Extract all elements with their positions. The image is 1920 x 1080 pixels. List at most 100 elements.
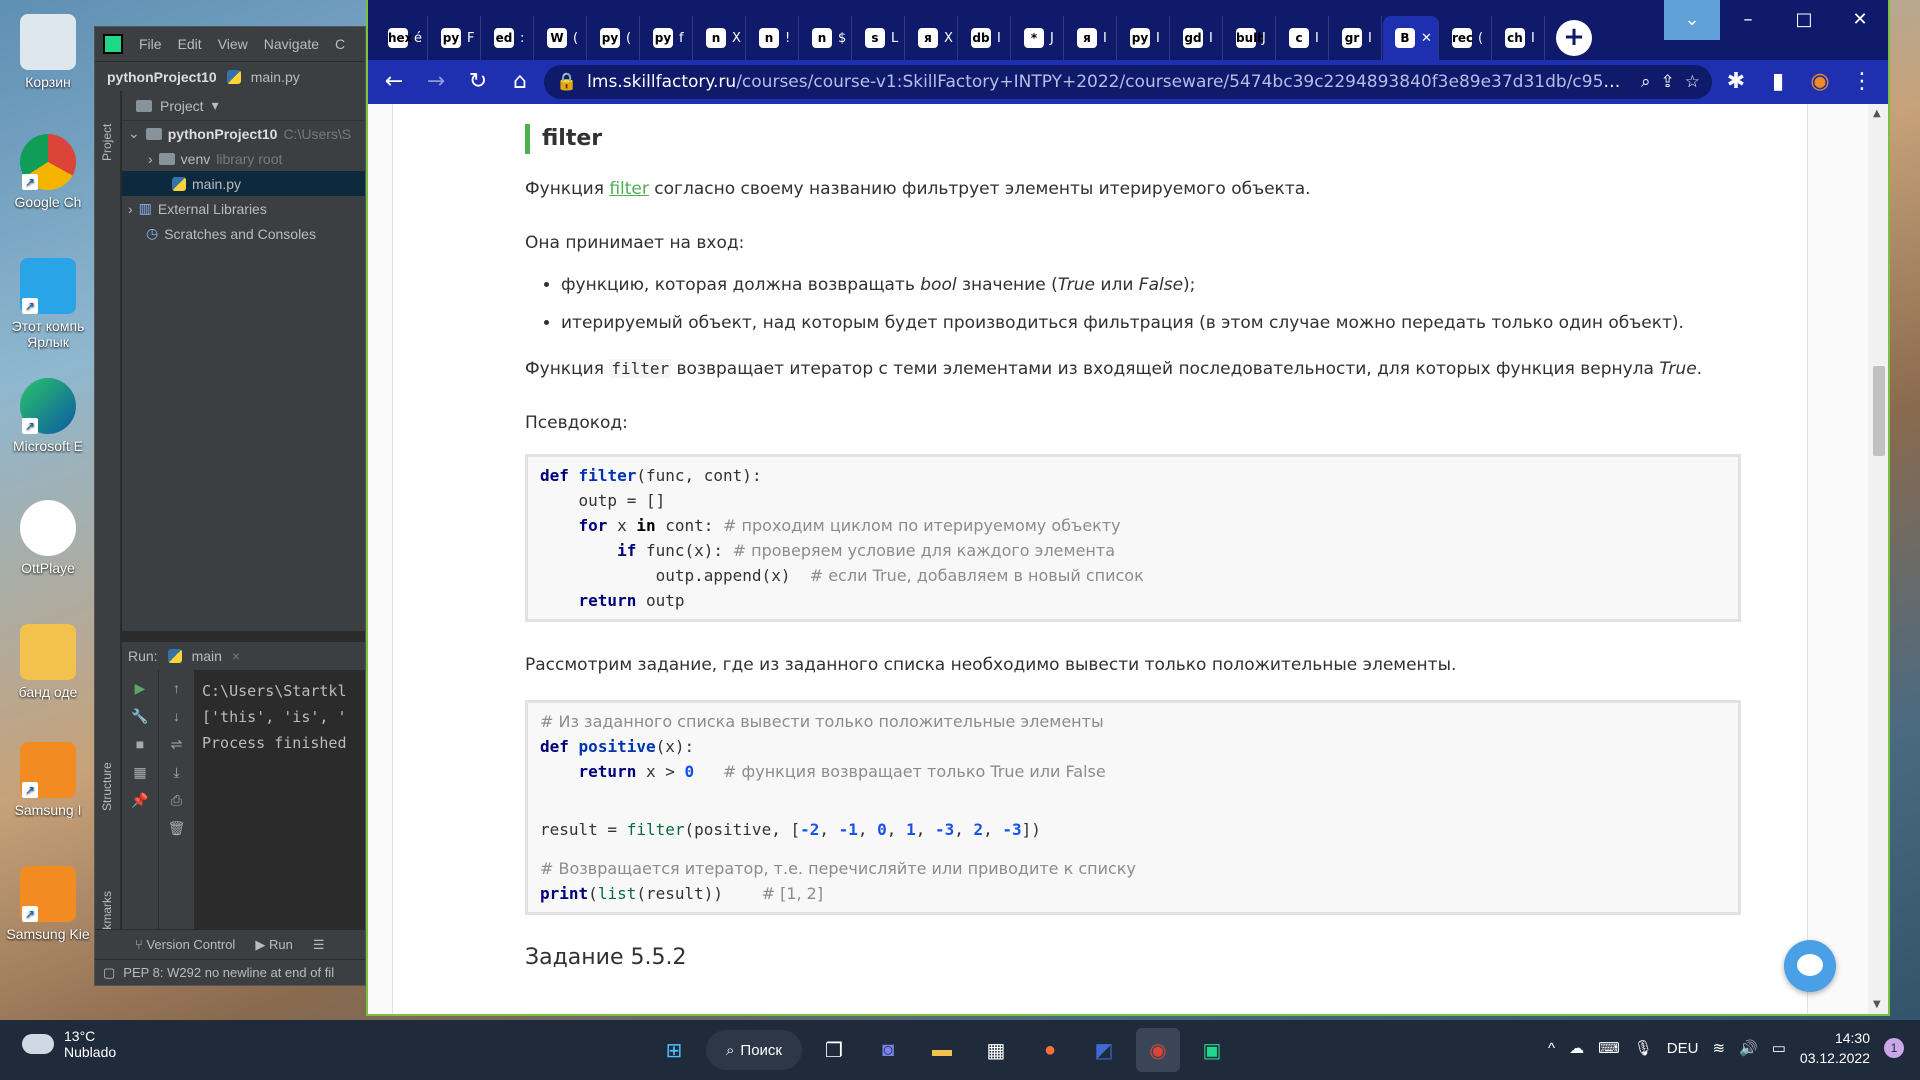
browser-tab[interactable]: n $: [800, 16, 852, 60]
browser-tab[interactable]: bulb J: [1224, 16, 1276, 60]
ottplayer-shortcut[interactable]: OttPlaye: [0, 500, 96, 576]
todo-icon[interactable]: ☰: [313, 937, 325, 953]
app-icon[interactable]: ◩: [1082, 1028, 1126, 1072]
language-indicator[interactable]: DEU: [1667, 1040, 1699, 1057]
structure-side-tab[interactable]: Structure: [100, 762, 114, 811]
profile-avatar[interactable]: ◉: [1802, 64, 1838, 100]
chevron-down-icon[interactable]: ⌄: [128, 125, 140, 142]
wifi-icon[interactable]: ≋: [1712, 1039, 1725, 1057]
menu-view[interactable]: View: [218, 36, 248, 52]
soft-wrap-icon[interactable]: ⇌: [167, 734, 187, 754]
rerun-icon[interactable]: ▶: [130, 678, 150, 698]
taskbar-search[interactable]: ⌕ Поиск: [706, 1030, 802, 1070]
menu-code[interactable]: C: [335, 36, 345, 52]
browser-tab[interactable]: db I: [959, 16, 1011, 60]
filter-doc-link[interactable]: filter: [609, 179, 649, 199]
tree-item-main-py[interactable]: main.py: [122, 171, 365, 196]
example-code-block[interactable]: # Из заданного списка вывести только пол…: [525, 700, 1741, 915]
browser-tab[interactable]: py I: [1118, 16, 1170, 60]
address-bar[interactable]: 🔒 lms.skillfactory.ru/courses/course-v1:…: [544, 65, 1712, 99]
folder-shortcut[interactable]: банд оде: [0, 624, 96, 700]
file-explorer-icon[interactable]: ▬: [920, 1028, 964, 1072]
tree-item-scratches[interactable]: ◷ Scratches and Consoles: [122, 221, 365, 246]
browser-tab[interactable]: gd I: [1171, 16, 1223, 60]
close-icon[interactable]: ×: [232, 648, 240, 664]
console-output[interactable]: C:\Users\Startkl ['this', 'is', ' Process …: [202, 678, 347, 756]
clock[interactable]: 14:30 03.12.2022: [1800, 1028, 1870, 1068]
samsung-kies-shortcut[interactable]: ↗ Samsung Kie: [0, 866, 96, 942]
wrench-icon[interactable]: 🔧: [130, 706, 150, 726]
chrome-shortcut[interactable]: ↗ Google Ch: [0, 134, 96, 210]
volume-icon[interactable]: 🔊: [1739, 1039, 1758, 1057]
task-view-icon[interactable]: ❐: [812, 1028, 856, 1072]
chrome-menu-icon[interactable]: ⋮: [1844, 64, 1880, 100]
chrome-taskbar-icon[interactable]: ◉: [1136, 1028, 1180, 1072]
minimize-button[interactable]: –: [1720, 0, 1776, 40]
nav-file[interactable]: main.py: [251, 69, 300, 85]
pseudocode-block[interactable]: def filter(func, cont): outp = [] for x …: [525, 454, 1741, 622]
microphone-icon[interactable]: 🎙: [1634, 1039, 1653, 1057]
browser-tab[interactable]: nХ: [694, 16, 746, 60]
new-tab-button[interactable]: +: [1556, 20, 1592, 56]
store-icon[interactable]: ▦: [974, 1028, 1018, 1072]
browser-tab[interactable]: sL: [853, 16, 905, 60]
browser-tab[interactable]: ed:: [482, 16, 534, 60]
print-icon[interactable]: ⎙: [167, 790, 187, 810]
browser-tab[interactable]: rec (: [1440, 16, 1492, 60]
back-icon[interactable]: ←: [376, 64, 412, 100]
page-scrollbar[interactable]: ▲ ▼: [1868, 104, 1888, 1014]
browser-tab[interactable]: W(: [535, 16, 587, 60]
tree-item-venv[interactable]: › venv library root: [122, 146, 365, 171]
chat-widget-button[interactable]: [1784, 940, 1836, 992]
close-tab-icon[interactable]: ✕: [1421, 31, 1432, 46]
stop-icon[interactable]: ■: [130, 734, 150, 754]
scroll-to-end-icon[interactable]: ⤓: [167, 762, 187, 782]
tab-search-button[interactable]: ⌄: [1664, 0, 1720, 40]
home-icon[interactable]: ⌂: [502, 64, 538, 100]
pin-icon[interactable]: 📌: [130, 790, 150, 810]
browser-tab[interactable]: cI: [1277, 16, 1329, 60]
chevron-right-icon[interactable]: ›: [128, 201, 133, 217]
scroll-up-icon[interactable]: ▲: [1873, 108, 1881, 119]
samsung-shortcut[interactable]: ↗ Samsung I: [0, 742, 96, 818]
browser-tab[interactable]: яI: [1065, 16, 1117, 60]
chevron-right-icon[interactable]: ›: [148, 151, 153, 167]
browser-tab[interactable]: hex é: [376, 16, 428, 60]
browser-tab[interactable]: * J: [1012, 16, 1064, 60]
tree-item-external-libraries[interactable]: › ▥ External Libraries: [122, 196, 365, 221]
menu-edit[interactable]: Edit: [178, 36, 202, 52]
zoom-icon[interactable]: ⌕: [1641, 72, 1651, 92]
recycle-bin-shortcut[interactable]: Корзин: [0, 14, 96, 90]
tree-item-project[interactable]: ⌄ pythonProject10 C:\Users\S: [122, 121, 365, 146]
bookmark-star-icon[interactable]: ☆: [1685, 72, 1700, 92]
arrow-down-icon[interactable]: ↓: [167, 706, 187, 726]
share-icon[interactable]: ⇪: [1661, 72, 1675, 92]
browser-tab[interactable]: ch I: [1493, 16, 1545, 60]
layout-icon[interactable]: ▦: [130, 762, 150, 782]
scrollbar-thumb[interactable]: [1873, 366, 1885, 456]
weather-widget[interactable]: 13°C Nublado: [22, 1028, 116, 1060]
run-tab[interactable]: main: [192, 648, 222, 664]
notification-badge[interactable]: 1: [1884, 1038, 1904, 1058]
browser-tab[interactable]: n!: [747, 16, 799, 60]
reload-icon[interactable]: ↻: [460, 64, 496, 100]
edge-shortcut[interactable]: ↗ Microsoft E: [0, 378, 96, 454]
extensions-icon[interactable]: ✱: [1718, 64, 1754, 100]
scroll-down-icon[interactable]: ▼: [1873, 999, 1881, 1010]
browser-tab[interactable]: яХ: [906, 16, 958, 60]
forward-icon[interactable]: →: [418, 64, 454, 100]
firefox-icon[interactable]: ●: [1028, 1028, 1072, 1072]
onedrive-icon[interactable]: ☁: [1569, 1039, 1584, 1057]
teams-chat-icon[interactable]: ◙: [866, 1028, 910, 1072]
browser-tab[interactable]: py F: [429, 16, 481, 60]
chevron-up-icon[interactable]: ^: [1548, 1040, 1555, 1057]
project-side-tab[interactable]: Project: [100, 124, 114, 161]
browser-tab[interactable]: gr I: [1330, 16, 1382, 60]
pycharm-taskbar-icon[interactable]: ▣: [1190, 1028, 1234, 1072]
nav-project[interactable]: pythonProject10: [107, 69, 217, 85]
this-pc-shortcut[interactable]: ↗ Этот компь Ярлык: [0, 258, 96, 350]
battery-icon[interactable]: ▭: [1772, 1039, 1786, 1057]
menu-file[interactable]: File: [139, 36, 162, 52]
trash-icon[interactable]: 🗑: [167, 818, 187, 838]
close-window-button[interactable]: ✕: [1832, 0, 1888, 40]
